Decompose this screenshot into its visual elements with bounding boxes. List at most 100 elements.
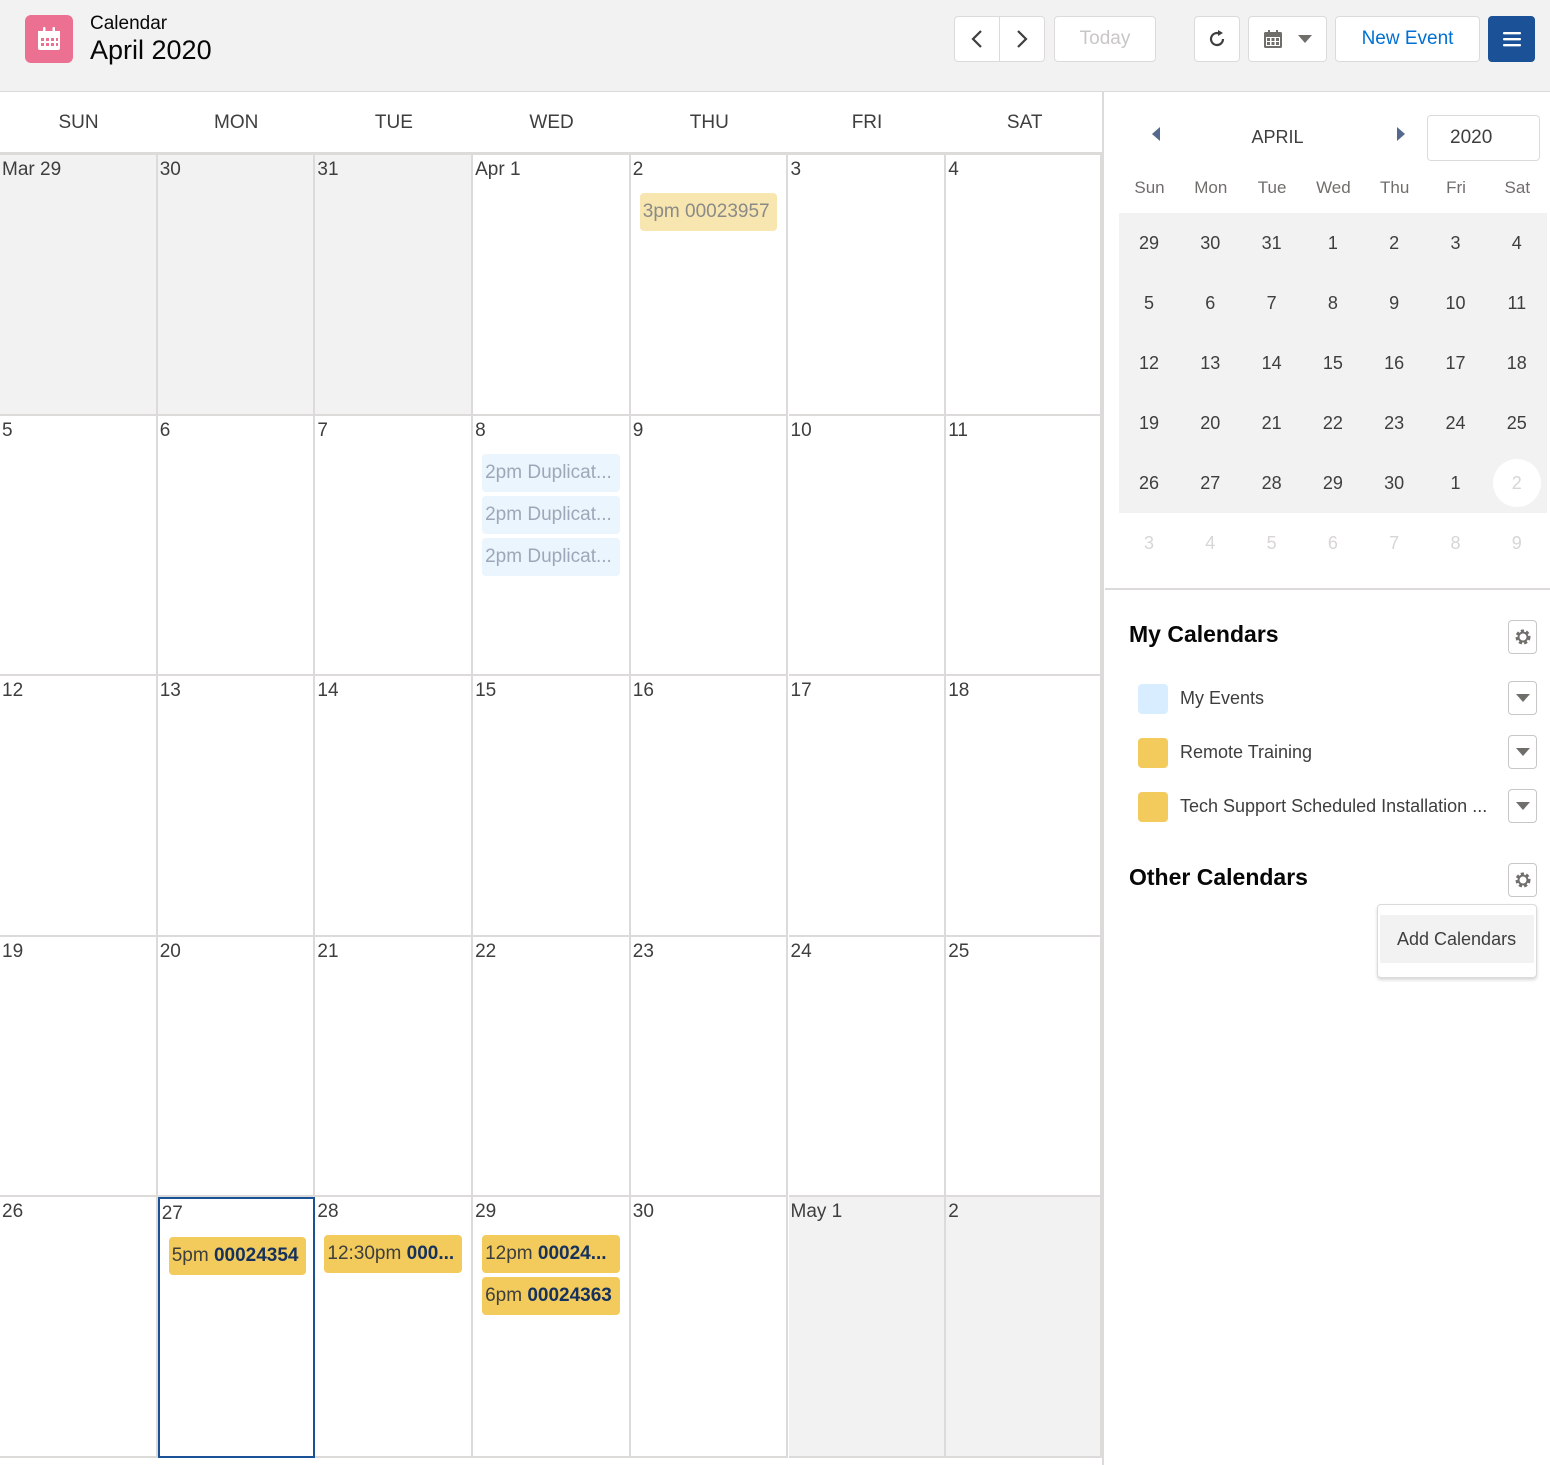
calendar-color-swatch[interactable] [1138, 738, 1168, 768]
calendar-event[interactable]: 2pm Duplicat... [482, 453, 620, 492]
calendar-event[interactable]: 5pm 00024354 [168, 1237, 307, 1276]
mini-day[interactable]: 7 [1364, 513, 1424, 573]
my-calendars-settings-button[interactable] [1508, 620, 1537, 654]
calendar-event[interactable]: 12:30pm 000... [324, 1235, 463, 1274]
next-month-button[interactable] [999, 16, 1045, 62]
day-cell[interactable]: 27 5pm 00024354 [157, 1197, 316, 1458]
calendar-event[interactable]: 2pm Duplicat... [482, 537, 620, 576]
mini-day[interactable]: 29 [1303, 453, 1363, 513]
mini-day[interactable]: 4 [1487, 213, 1547, 273]
previous-month-button[interactable] [954, 16, 1000, 62]
day-cell[interactable]: 19 [0, 936, 158, 1198]
mini-day[interactable]: 2 [1364, 213, 1424, 273]
mini-day[interactable]: 26 [1119, 453, 1179, 513]
year-select[interactable]: 2020 [1427, 115, 1540, 161]
calendar-event[interactable]: 6pm 00024363 [482, 1277, 620, 1316]
day-cell[interactable]: 18 [946, 676, 1102, 937]
day-cell[interactable]: 31 [315, 155, 474, 416]
mini-day[interactable]: 21 [1242, 393, 1302, 453]
mini-day[interactable]: 15 [1303, 333, 1363, 393]
day-cell[interactable]: 22 [473, 936, 631, 1198]
day-cell[interactable]: 25 [946, 936, 1102, 1198]
day-cell[interactable]: 30 [157, 155, 316, 416]
mini-day[interactable]: 23 [1364, 393, 1424, 453]
day-cell[interactable]: 24 [788, 936, 947, 1198]
mini-day[interactable]: 9 [1487, 513, 1547, 573]
mini-day[interactable]: 29 [1119, 213, 1179, 273]
mini-day[interactable]: 11 [1487, 273, 1547, 333]
mini-day[interactable]: 31 [1242, 213, 1302, 273]
day-cell[interactable]: 10 [788, 415, 947, 677]
mini-day[interactable]: 10 [1426, 273, 1486, 333]
mini-day[interactable]: 1 [1426, 453, 1486, 513]
day-cell[interactable]: 16 [630, 676, 789, 937]
day-cell[interactable]: 13 [157, 676, 316, 937]
mini-day[interactable]: 5 [1119, 273, 1179, 333]
mini-day[interactable]: 4 [1180, 513, 1240, 573]
mini-day[interactable]: 5 [1242, 513, 1302, 573]
day-cell[interactable]: 5 [0, 415, 158, 677]
day-cell[interactable]: Apr 1 [473, 155, 631, 416]
day-cell[interactable]: 23 [630, 936, 789, 1198]
calendar-color-swatch[interactable] [1138, 792, 1168, 822]
mini-day[interactable]: 19 [1119, 393, 1179, 453]
mini-day[interactable]: 30 [1364, 453, 1424, 513]
day-cell[interactable]: 12 [0, 676, 158, 937]
refresh-button[interactable] [1194, 16, 1240, 62]
mini-day[interactable]: 18 [1487, 333, 1547, 393]
mini-day-selected[interactable]: 2 [1492, 459, 1541, 507]
day-cell[interactable]: 3 [788, 155, 947, 416]
day-cell[interactable]: 9 [630, 415, 789, 677]
calendar-options-button[interactable] [1508, 735, 1537, 769]
mini-day[interactable]: 14 [1242, 333, 1302, 393]
day-cell[interactable]: 15 [473, 676, 631, 937]
add-calendars-menu-item[interactable]: Add Calendars [1380, 915, 1534, 963]
mini-day[interactable]: 6 [1180, 273, 1240, 333]
mini-day[interactable]: 13 [1180, 333, 1240, 393]
mini-day[interactable]: 3 [1426, 213, 1486, 273]
mini-day[interactable]: 28 [1242, 453, 1302, 513]
mini-day[interactable]: 22 [1303, 393, 1363, 453]
mini-prev-month-button[interactable] [1149, 124, 1163, 149]
day-cell[interactable]: 29 12pm 00024... 6pm 00024363 [473, 1197, 631, 1458]
mini-day[interactable]: 9 [1364, 273, 1424, 333]
mini-day[interactable]: 27 [1180, 453, 1240, 513]
day-cell[interactable]: 30 [630, 1197, 789, 1458]
mini-day[interactable]: 30 [1180, 213, 1240, 273]
calendar-view-button[interactable] [1248, 16, 1327, 62]
day-cell[interactable]: Mar 29 [0, 155, 158, 416]
mini-next-month-button[interactable] [1394, 124, 1408, 149]
day-cell[interactable]: 2 3pm 00023957 [630, 155, 789, 416]
mini-day[interactable]: 16 [1364, 333, 1424, 393]
calendar-event[interactable]: 12pm 00024... [482, 1235, 620, 1274]
calendar-event[interactable]: 3pm 00023957 [639, 193, 778, 231]
day-cell[interactable]: 20 [157, 936, 316, 1198]
other-calendars-settings-button[interactable] [1508, 863, 1537, 897]
new-event-button[interactable]: New Event [1335, 16, 1480, 62]
mini-day[interactable]: 6 [1303, 513, 1363, 573]
mini-day[interactable]: 3 [1119, 513, 1179, 573]
calendar-color-swatch[interactable] [1138, 684, 1168, 714]
mini-day[interactable]: 8 [1426, 513, 1486, 573]
mini-day[interactable]: 7 [1242, 273, 1302, 333]
day-cell[interactable]: 6 [157, 415, 316, 677]
day-cell[interactable]: 21 [315, 936, 474, 1198]
day-cell[interactable]: 4 [946, 155, 1102, 416]
menu-button[interactable] [1488, 16, 1535, 62]
mini-day[interactable]: 25 [1487, 393, 1547, 453]
mini-day[interactable]: 20 [1180, 393, 1240, 453]
mini-day[interactable]: 24 [1426, 393, 1486, 453]
day-cell[interactable]: 2 [946, 1197, 1102, 1458]
day-cell[interactable]: 14 [315, 676, 474, 937]
calendar-options-button[interactable] [1508, 789, 1537, 823]
day-cell[interactable]: 11 [946, 415, 1102, 677]
day-cell[interactable]: 8 2pm Duplicat... 2pm Duplicat... 2pm Dupli… [473, 415, 631, 677]
mini-day[interactable]: 8 [1303, 273, 1363, 333]
mini-day[interactable]: 12 [1119, 333, 1179, 393]
mini-day[interactable]: 1 [1303, 213, 1363, 273]
day-cell[interactable]: May 1 [788, 1197, 947, 1458]
calendar-event[interactable]: 2pm Duplicat... [482, 495, 620, 534]
day-cell[interactable]: 17 [788, 676, 947, 937]
calendar-options-button[interactable] [1508, 681, 1537, 715]
mini-day[interactable]: 17 [1426, 333, 1486, 393]
